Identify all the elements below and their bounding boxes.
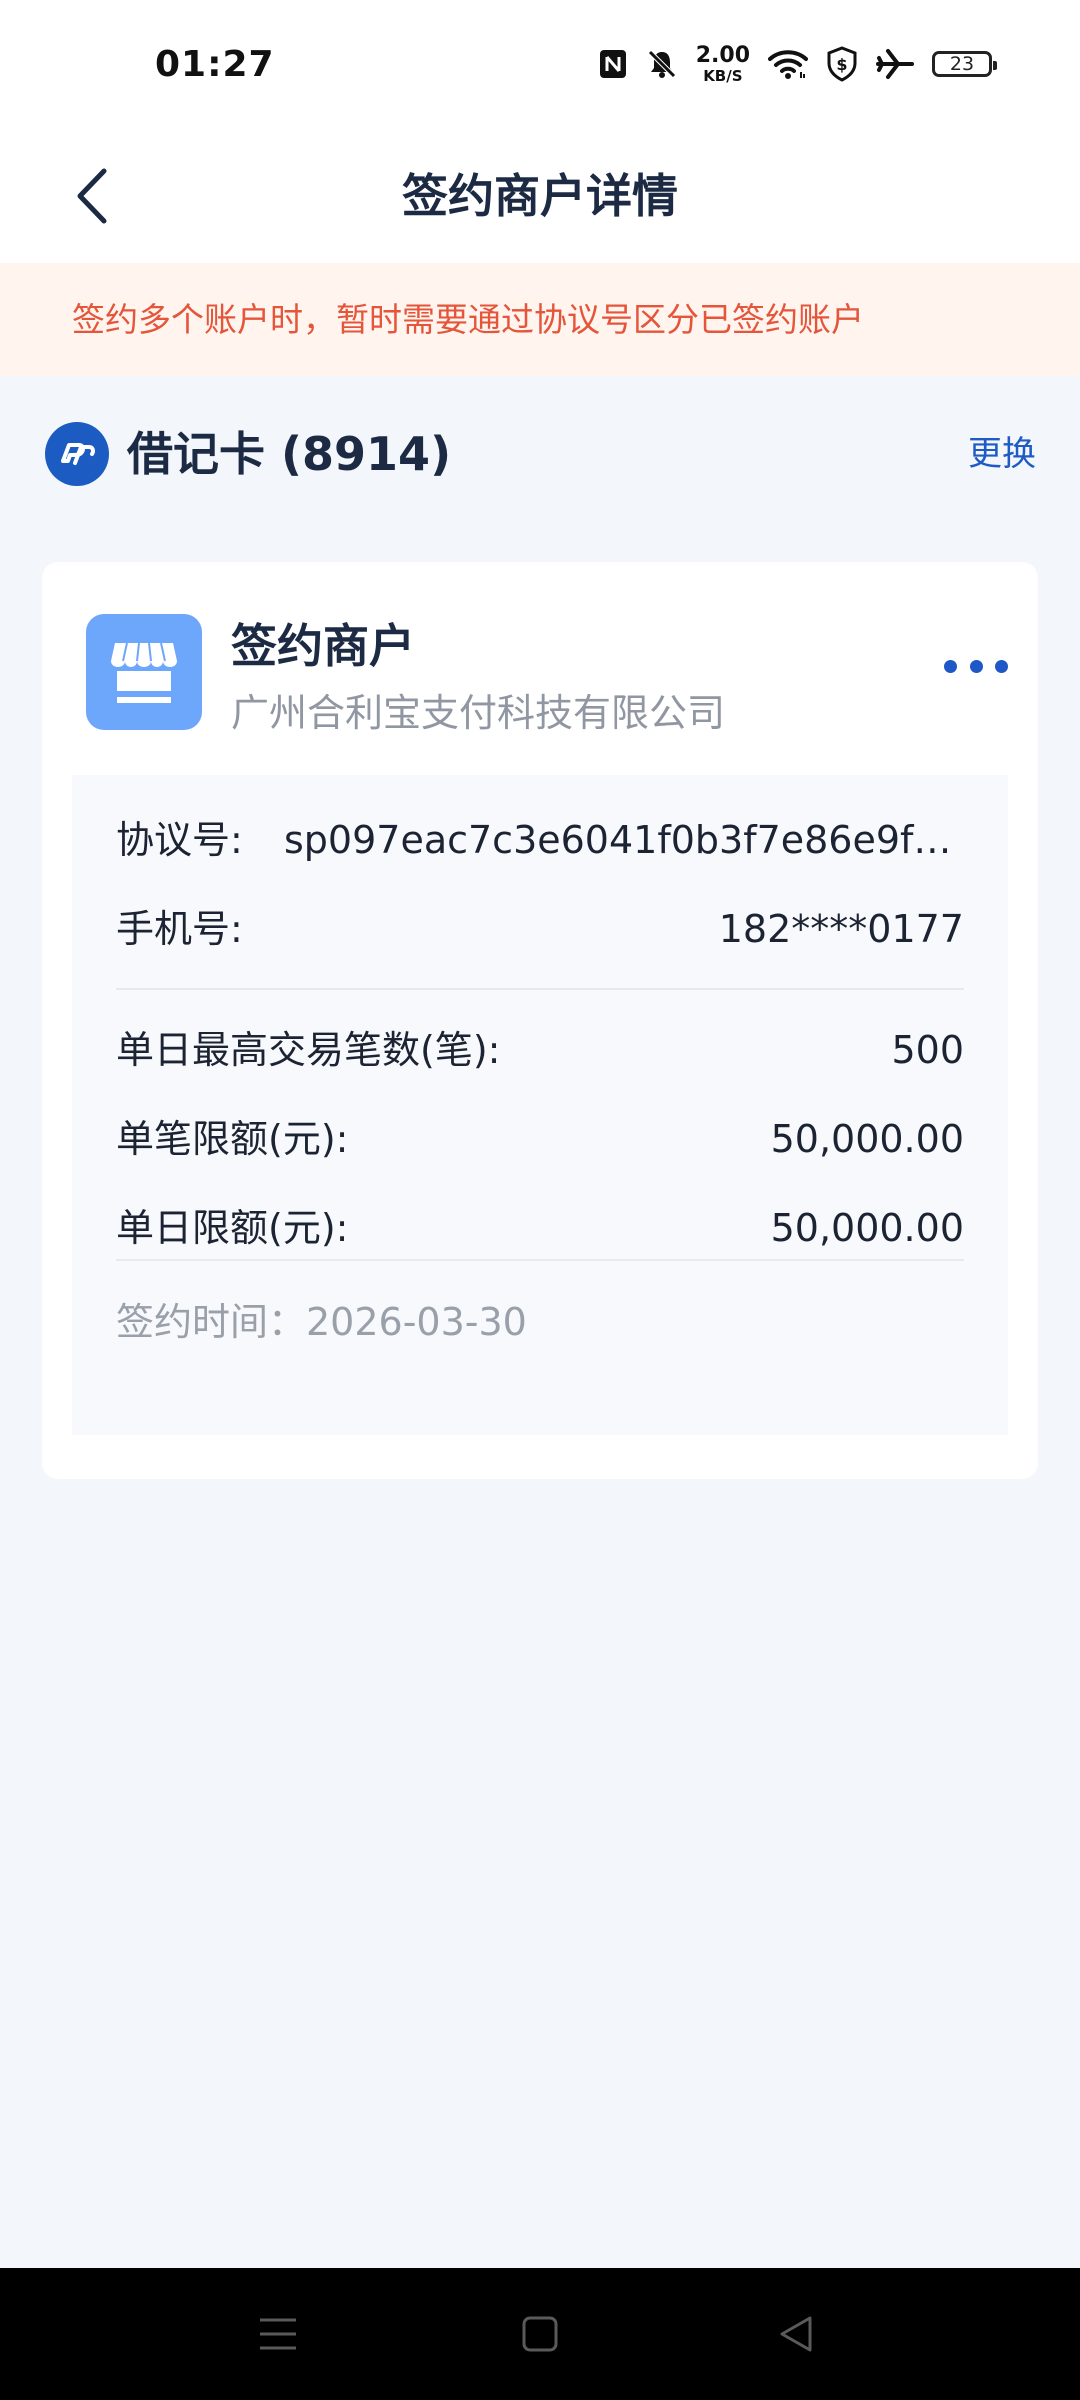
net-speed-unit: KB/S [703, 66, 743, 85]
store-icon [86, 614, 202, 730]
divider [116, 988, 964, 990]
phone-row: 手机号: 182****0177 [116, 899, 964, 959]
home-button[interactable] [510, 2304, 570, 2364]
system-nav-bar [0, 2268, 1080, 2400]
back-triangle-icon [780, 2316, 812, 2352]
airplane-icon [876, 49, 914, 79]
daily-limit-label: 单日限额(元): [116, 1206, 349, 1250]
page-title: 签约商户详情 [402, 169, 678, 223]
daily-count-row: 单日最高交易笔数(笔): 500 [116, 1020, 964, 1080]
back-button[interactable] [62, 156, 122, 236]
back-nav-button[interactable] [766, 2304, 826, 2364]
agreement-row: 协议号: sp097eac7c3e6041f0b3f7e86e9f79... [116, 810, 964, 870]
more-dots-icon [944, 659, 957, 673]
single-limit-label: 单笔限额(元): [116, 1117, 349, 1161]
notice-banner: 签约多个账户时，暂时需要通过协议号区分已签约账户 [0, 263, 1080, 376]
phone-label: 手机号: [116, 907, 243, 951]
daily-count-label: 单日最高交易笔数(笔): [116, 1028, 501, 1072]
more-dots-icon [995, 659, 1008, 673]
signed-time: 签约时间：2026-03-30 [116, 1300, 527, 1344]
bank-logo-icon [45, 422, 109, 486]
status-icons: 2.00 KB/S $ 23 [598, 42, 997, 86]
menu-icon [260, 2318, 296, 2350]
change-card-button[interactable]: 更换 [968, 422, 1036, 486]
battery-icon: 23 [932, 51, 997, 77]
more-dots-icon [969, 659, 983, 673]
notice-text: 签约多个账户时，暂时需要通过协议号区分已签约账户 [72, 300, 864, 339]
header: 签约商户详情 [0, 130, 1080, 263]
svg-text:$: $ [836, 55, 847, 74]
shield-icon: $ [827, 46, 857, 82]
status-time: 01:27 [155, 44, 275, 85]
menu-button[interactable] [248, 2304, 308, 2364]
mute-icon [647, 50, 676, 78]
battery-level: 23 [949, 53, 975, 75]
single-limit-value: 50,000.00 [770, 1117, 964, 1161]
card-name: 借记卡 (8914) [127, 427, 452, 481]
nfc-icon [599, 50, 626, 78]
card-selector: 借记卡 (8914) 更换 [0, 400, 1080, 510]
merchant-company: 广州合利宝支付科技有限公司 [231, 691, 726, 735]
agreement-value: sp097eac7c3e6041f0b3f7e86e9f79... [284, 818, 964, 862]
daily-limit-value: 50,000.00 [770, 1206, 964, 1250]
divider [116, 1259, 964, 1261]
single-limit-row: 单笔限额(元): 50,000.00 [116, 1109, 964, 1169]
home-icon [522, 2316, 558, 2352]
merchant-details: 协议号: sp097eac7c3e6041f0b3f7e86e9f79... 手… [72, 775, 1008, 1435]
merchant-title: 签约商户 [231, 619, 415, 673]
merchant-card: 签约商户 广州合利宝支付科技有限公司 协议号: sp097eac7c3e6041… [42, 562, 1038, 1479]
net-speed: 2.00 KB/S [695, 42, 750, 85]
agreement-label: 协议号: [116, 818, 243, 862]
daily-limit-row: 单日限额(元): 50,000.00 [116, 1198, 964, 1258]
phone-value: 182****0177 [718, 907, 964, 951]
wifi-icon [768, 50, 808, 79]
more-options-button[interactable] [944, 644, 1008, 688]
net-speed-value: 2.00 [695, 42, 750, 68]
status-bar: 01:27 2.00 KB/S $ 23 [0, 0, 1080, 130]
daily-count-value: 500 [891, 1028, 964, 1072]
chevron-left-icon [77, 168, 107, 224]
